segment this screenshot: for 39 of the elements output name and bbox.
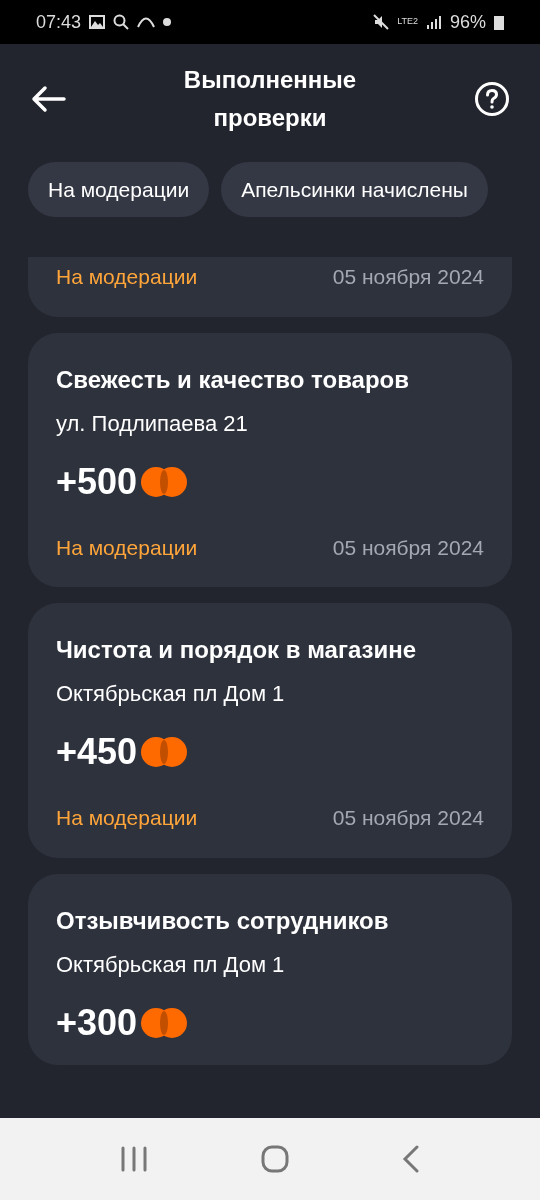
arc-icon xyxy=(137,16,156,28)
points-amount: +300 xyxy=(56,1004,138,1041)
home-icon[interactable] xyxy=(261,1145,289,1173)
points-amount: +500 xyxy=(56,463,138,500)
check-title: Свежесть и качество товаров xyxy=(56,364,411,395)
check-address: Октябрьская пл Дом 1 xyxy=(56,950,286,979)
help-button[interactable] xyxy=(472,79,512,119)
check-title: Чистота и порядок в магазине xyxy=(56,635,418,665)
filter-chip[interactable]: На модерации xyxy=(28,162,210,217)
battery-icon xyxy=(494,14,504,30)
check-address: Октябрьская пл Дом 1 xyxy=(56,680,286,708)
coin-icon xyxy=(141,1006,188,1039)
check-date: 05 ноября 2024 xyxy=(332,264,484,290)
check-card[interactable]: Свежесть и качество товаров ул. Подлипаева 21 +500 На модерации 05 ноября 2024 xyxy=(28,332,512,587)
check-title: Отзывчивость сотрудников xyxy=(56,905,390,936)
check-status: На модерации xyxy=(56,264,198,290)
dot-icon xyxy=(163,18,172,26)
check-date: 05 ноября 2024 xyxy=(332,534,484,561)
check-address: ул. Подлипаева 21 xyxy=(56,409,249,438)
check-status: На модерации xyxy=(56,534,198,561)
filter-chip[interactable]: Апельсинки начислены xyxy=(221,162,488,217)
image-icon xyxy=(89,15,106,29)
signal-icon xyxy=(425,15,442,29)
mute-icon xyxy=(373,14,390,30)
status-time: 07:43 xyxy=(36,10,82,34)
points-amount: +450 xyxy=(56,734,138,770)
coin-icon xyxy=(141,465,188,498)
recent-apps-icon[interactable] xyxy=(120,1146,149,1172)
check-card[interactable]: На модерации 05 ноября 2024 xyxy=(28,257,512,317)
coin-icon xyxy=(141,736,188,768)
back-icon[interactable] xyxy=(401,1145,420,1173)
battery-level: 96% xyxy=(449,10,486,34)
check-card[interactable]: Чистота и порядок в магазине Октябрьская пл Дом 1 +450 На модерации 05 ноября 2024 xyxy=(28,603,512,858)
check-status: На модерации xyxy=(56,805,198,831)
check-card[interactable]: Отзывчивость сотрудников Октябрьская пл Дом 1 +300 xyxy=(28,873,512,1065)
network-label: LTE2 xyxy=(397,15,418,29)
search-icon xyxy=(113,14,130,30)
page-title: Выполненные проверки xyxy=(182,65,358,133)
check-date: 05 ноября 2024 xyxy=(332,805,484,831)
